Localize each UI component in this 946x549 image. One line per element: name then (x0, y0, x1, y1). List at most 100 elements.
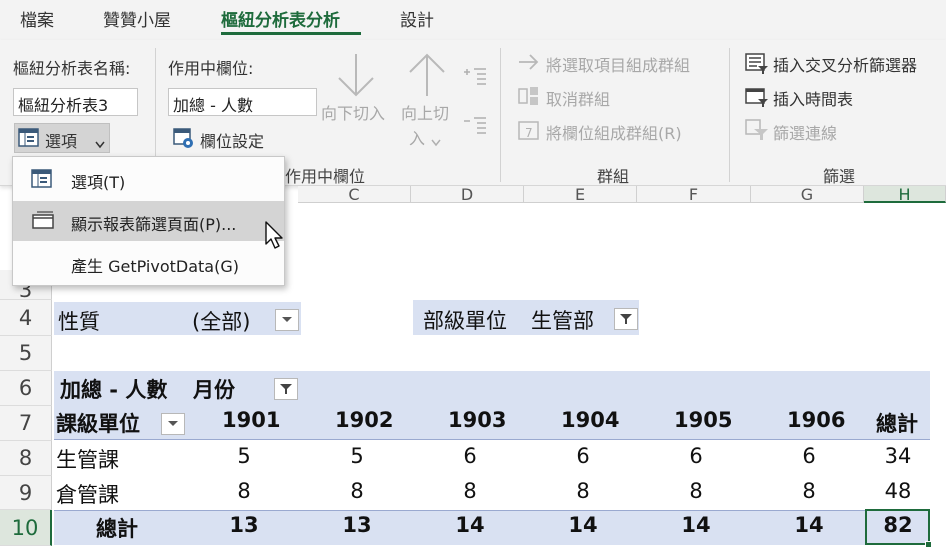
row-header-9[interactable]: 9 (0, 476, 52, 510)
timeline-icon (745, 86, 769, 112)
row-header-10[interactable]: 10 (0, 510, 52, 546)
column-header-g[interactable]: G (751, 186, 864, 203)
pivot-value-label: 加總 - 人數 (60, 378, 168, 402)
total-row-label: 總計 (96, 517, 138, 541)
month-header: 1902 (335, 408, 394, 432)
pivot-name-label: 樞紐分析表名稱: (13, 59, 131, 78)
expand-field-icon[interactable] (462, 66, 488, 90)
value-cell: 8 (463, 479, 477, 503)
drill-up-label: 向上切 (401, 104, 450, 123)
pivot-name-input[interactable]: 樞紐分析表3 (13, 88, 138, 116)
group-field-label: 將欄位組成群組(R) (546, 124, 682, 143)
row-total-cell: 34 (884, 444, 912, 468)
menu-item-options[interactable]: 選項(T) (13, 159, 284, 199)
active-tab-indicator (221, 32, 361, 35)
grand-total-cell: 82 (883, 513, 913, 537)
drill-down-label: 向下切入 (321, 104, 386, 123)
total-cell: 14 (455, 513, 485, 537)
arrow-down-icon (335, 52, 377, 102)
menu-item-options-label: 選項(T) (71, 173, 126, 192)
group-separator (500, 48, 501, 182)
filter1-dropdown[interactable] (275, 309, 299, 331)
filter-funnel-icon (620, 314, 632, 324)
tab-file[interactable]: 檔案 (20, 6, 54, 31)
column-header-d[interactable]: D (411, 186, 524, 203)
menu-item-getpivotdata[interactable]: 產生 GetPivotData(G) (13, 243, 284, 283)
calendar-icon: 7 (518, 119, 540, 145)
month-header: 1905 (674, 408, 733, 432)
collapse-field-icon[interactable] (462, 115, 488, 139)
chevron-down-icon (95, 134, 105, 153)
row-header-5[interactable]: 5 (0, 336, 52, 371)
row-header-6[interactable]: 6 (0, 371, 52, 406)
menu-item-show-filter-pages-label: 顯示報表篩選頁面(P)... (71, 215, 237, 234)
value-cell: 8 (576, 479, 590, 503)
ungroup-icon (518, 86, 540, 110)
row-field-dropdown[interactable] (161, 413, 185, 435)
arrow-up-icon (406, 52, 448, 102)
options-dropdown-menu: 選項(T) 顯示報表篩選頁面(P)... 產生 GetPivotData(G) (12, 156, 285, 286)
options-icon (18, 127, 40, 153)
active-field-label: 作用中欄位: (168, 59, 254, 78)
filter-connections-label: 篩選連線 (773, 124, 838, 143)
fill-handle[interactable] (925, 541, 932, 548)
total-cell: 14 (681, 513, 711, 537)
row-header-7[interactable]: 7 (0, 406, 52, 441)
insert-timeline-label: 插入時間表 (773, 90, 854, 109)
arrow-right-icon (518, 53, 540, 75)
row-header-8[interactable]: 8 (0, 441, 52, 476)
options-label: 選項 (45, 132, 78, 151)
value-cell: 6 (689, 444, 703, 468)
value-cell: 8 (237, 479, 251, 503)
column-header-c[interactable]: C (298, 186, 411, 203)
tab-design[interactable]: 設計 (400, 6, 434, 31)
month-header: 1906 (787, 408, 846, 432)
column-header-h[interactable]: H (864, 186, 946, 203)
insert-slicer-label: 插入交叉分析篩選器 (773, 56, 918, 75)
row-field-label: 課級單位 (56, 412, 140, 436)
row-label: 倉管課 (56, 483, 119, 507)
group-label-active-field: 作用中欄位 (285, 167, 366, 186)
total-cell: 13 (342, 513, 372, 537)
options-button[interactable]: 選項 (14, 123, 110, 153)
ungroup-label: 取消群組 (546, 90, 611, 109)
group-selection-label: 將選取項目組成群組 (546, 56, 691, 75)
month-header: 1901 (222, 408, 281, 432)
group-label-group: 群組 (597, 167, 630, 186)
tab-zanzan[interactable]: 贊贊小屋 (103, 6, 171, 31)
ribbon-tab-bar: 檔案 贊贊小屋 樞紐分析表分析 設計 (0, 0, 946, 40)
dropdown-arrow-icon (168, 421, 178, 426)
row-label: 生管課 (56, 448, 119, 472)
grand-total-header: 總計 (876, 412, 918, 436)
row-header-4[interactable]: 4 (0, 300, 52, 336)
month-header: 1903 (448, 408, 507, 432)
value-cell: 6 (576, 444, 590, 468)
menu-item-getpivotdata-label: 產生 GetPivotData(G) (71, 257, 239, 276)
value-cell: 8 (350, 479, 364, 503)
month-field-label: 月份 (193, 378, 235, 402)
filter-connections-icon (745, 119, 769, 145)
filter2-dropdown[interactable] (614, 308, 638, 330)
value-cell: 8 (802, 479, 816, 503)
filter-funnel-icon (280, 384, 292, 394)
options-icon (31, 168, 53, 194)
group-label-filter: 篩選 (823, 167, 856, 186)
filter1-value: (全部) (192, 310, 251, 334)
drill-up-label-2: 入 (409, 129, 426, 148)
filter2-value: 生管部 (531, 309, 594, 333)
month-header: 1904 (561, 408, 620, 432)
column-header-e[interactable]: E (524, 186, 637, 203)
total-cell: 14 (794, 513, 824, 537)
field-settings-icon (173, 127, 195, 153)
tab-pivot-analyze[interactable]: 樞紐分析表分析 (221, 6, 340, 31)
menu-item-show-filter-pages[interactable]: 顯示報表篩選頁面(P)... (13, 201, 284, 249)
active-field-input[interactable]: 加總 - 人數 (168, 88, 317, 116)
month-filter-button[interactable] (274, 378, 298, 400)
column-header-f[interactable]: F (637, 186, 751, 203)
row-total-cell: 48 (884, 479, 912, 503)
header-divider (54, 439, 930, 440)
value-cell: 8 (689, 479, 703, 503)
total-cell: 13 (229, 513, 259, 537)
value-cell: 5 (350, 444, 364, 468)
value-cell: 6 (463, 444, 477, 468)
